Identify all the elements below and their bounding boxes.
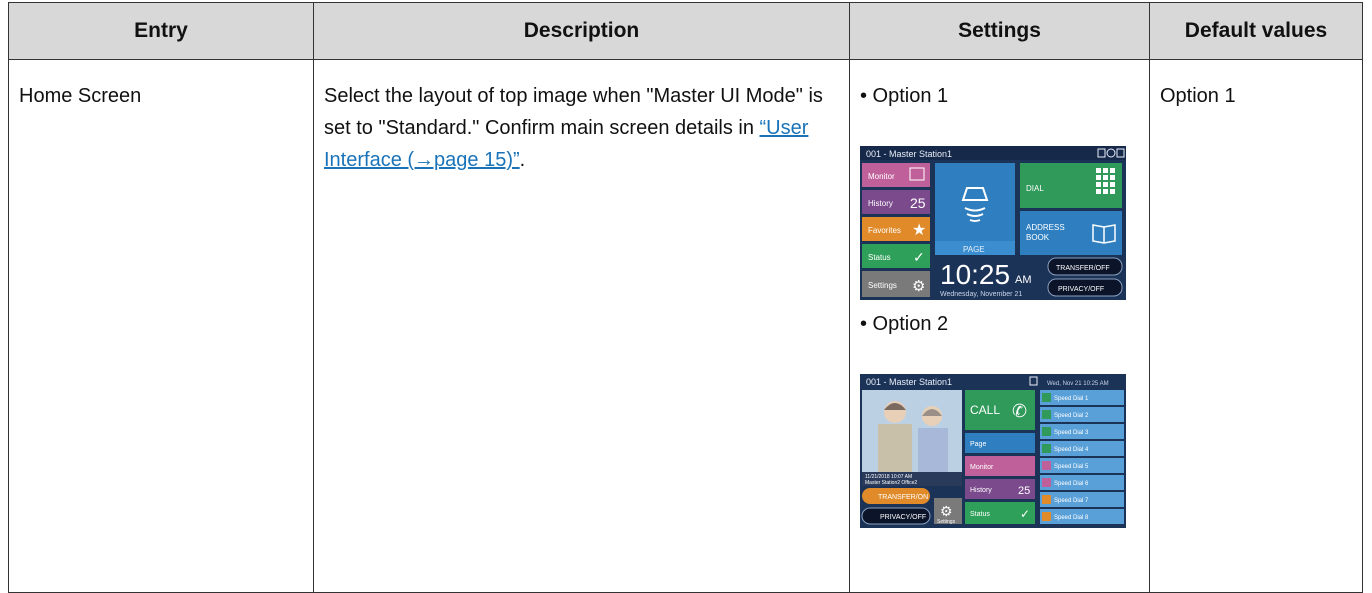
description-end: .	[519, 149, 526, 171]
speed-dial-icon	[1042, 478, 1051, 487]
settings-table: Entry Description Settings Default value…	[8, 2, 1363, 593]
o2-page-label: Page	[970, 441, 986, 448]
o2-monitor-label: Monitor	[970, 464, 994, 471]
o2-photo: 11/21/2018 10:07 AM Master Station2 Offi…	[862, 390, 962, 486]
header-description: Description	[313, 2, 850, 60]
o1-transfer: TRANSFER/OFF	[1056, 265, 1110, 272]
description-text: Select the layout of top image when "Mas…	[324, 85, 823, 139]
option2-label: • Option 2	[860, 313, 949, 335]
o2-settings-label: Settings	[937, 519, 956, 525]
o2-datetime: Wed, Nov 21 10:25 AM	[1047, 381, 1109, 387]
speed-dial-icon	[1042, 444, 1051, 453]
o2-photo-line2: Master Station2 Office2	[865, 480, 917, 486]
speed-dial-icon	[1042, 393, 1051, 402]
o1-privacy: PRIVACY/OFF	[1058, 286, 1104, 293]
option1-label: • Option 1	[860, 85, 949, 107]
description-cell: Select the layout of top image when "Mas…	[313, 59, 850, 593]
svg-text:✆: ✆	[1012, 401, 1027, 421]
o1-menu-history: History	[868, 199, 893, 208]
o1-menu-settings: Settings	[868, 281, 897, 290]
svg-text:⚙: ⚙	[940, 503, 953, 519]
speed-dial-label: Speed Dial 2	[1054, 413, 1089, 419]
o1-menu-status: Status	[868, 253, 891, 262]
o1-address-label-2: BOOK	[1026, 233, 1050, 242]
speed-dial-label: Speed Dial 4	[1054, 447, 1089, 453]
header-settings: Settings	[849, 2, 1150, 60]
default-cell: Option 1	[1149, 59, 1363, 593]
speed-dial-icon	[1042, 410, 1051, 419]
default-value: Option 1	[1160, 85, 1236, 107]
svg-text:✓: ✓	[913, 249, 925, 265]
header-entry: Entry	[8, 2, 314, 60]
o2-transfer: TRANSFER/ON	[878, 494, 928, 501]
speed-dial-label: Speed Dial 6	[1054, 481, 1089, 487]
settings-cell: • Option 1 001 - Master Station1 Monitor	[849, 59, 1150, 593]
svg-text:✓: ✓	[1020, 507, 1030, 521]
svg-text:⚙: ⚙	[912, 278, 925, 295]
table-row: Home Screen Select the layout of top ima…	[8, 59, 1363, 593]
o1-history-count: 25	[910, 195, 926, 211]
o1-time: 10:25	[940, 259, 1010, 290]
speed-dial-label: Speed Dial 5	[1054, 464, 1089, 470]
option1-screenshot: 001 - Master Station1 Monitor History 25…	[860, 146, 1126, 300]
speed-dial-label: Speed Dial 7	[1054, 498, 1089, 504]
entry-cell: Home Screen	[8, 59, 314, 593]
o2-title: 001 - Master Station1	[866, 377, 952, 387]
speed-dial-icon	[1042, 512, 1051, 521]
o2-call-label: CALL	[970, 403, 1000, 417]
entry-text: Home Screen	[19, 85, 142, 107]
speed-dial-label: Speed Dial 3	[1054, 430, 1089, 436]
speed-dial-icon	[1042, 461, 1051, 470]
svg-text:★: ★	[912, 222, 926, 239]
header-default-values: Default values	[1149, 2, 1363, 60]
speed-dial-label: Speed Dial 1	[1054, 396, 1089, 402]
o2-history-label: History	[970, 487, 992, 494]
o1-menu-favorites: Favorites	[868, 226, 901, 235]
o1-ampm: AM	[1015, 274, 1032, 286]
option2-screenshot: 001 - Master Station1 Wed, Nov 21 10:25 …	[860, 374, 1126, 528]
o1-menu-monitor: Monitor	[868, 172, 895, 181]
o2-status-label: Status	[970, 511, 990, 518]
o1-title: 001 - Master Station1	[866, 149, 952, 159]
o2-privacy: PRIVACY/OFF	[880, 514, 926, 521]
speed-dial-icon	[1042, 427, 1051, 436]
o1-date: Wednesday, November 21	[940, 291, 1022, 298]
speed-dial-icon	[1042, 495, 1051, 504]
o1-dial-label: DIAL	[1026, 184, 1044, 193]
speed-dial-label: Speed Dial 8	[1054, 515, 1089, 521]
table-header-row: Entry Description Settings Default value…	[8, 2, 1363, 60]
o1-address-label-1: ADDRESS	[1026, 223, 1065, 232]
o1-menu: Monitor History 25 Favorites ★ Status ✓ …	[862, 163, 930, 297]
o1-page-label: PAGE	[963, 245, 985, 254]
o2-history-count: 25	[1018, 485, 1030, 497]
